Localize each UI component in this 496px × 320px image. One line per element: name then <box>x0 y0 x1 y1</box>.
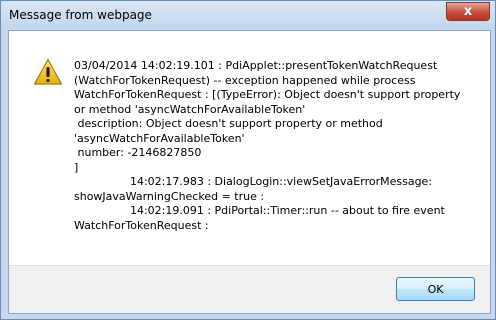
message-dialog-window: Message from webpage x 03/04/2014 14:02:… <box>0 0 496 320</box>
dialog-content: 03/04/2014 14:02:19.101 : PdiApplet::pre… <box>8 30 491 314</box>
dialog-message: 03/04/2014 14:02:19.101 : PdiApplet::pre… <box>74 59 461 232</box>
close-button[interactable]: x <box>446 2 490 21</box>
window-title: Message from webpage <box>9 8 152 22</box>
warning-icon <box>33 58 63 85</box>
close-icon: x <box>463 4 473 19</box>
title-bar[interactable]: Message from webpage x <box>1 1 495 29</box>
dialog-footer: OK <box>9 265 490 313</box>
ok-button[interactable]: OK <box>396 277 475 301</box>
